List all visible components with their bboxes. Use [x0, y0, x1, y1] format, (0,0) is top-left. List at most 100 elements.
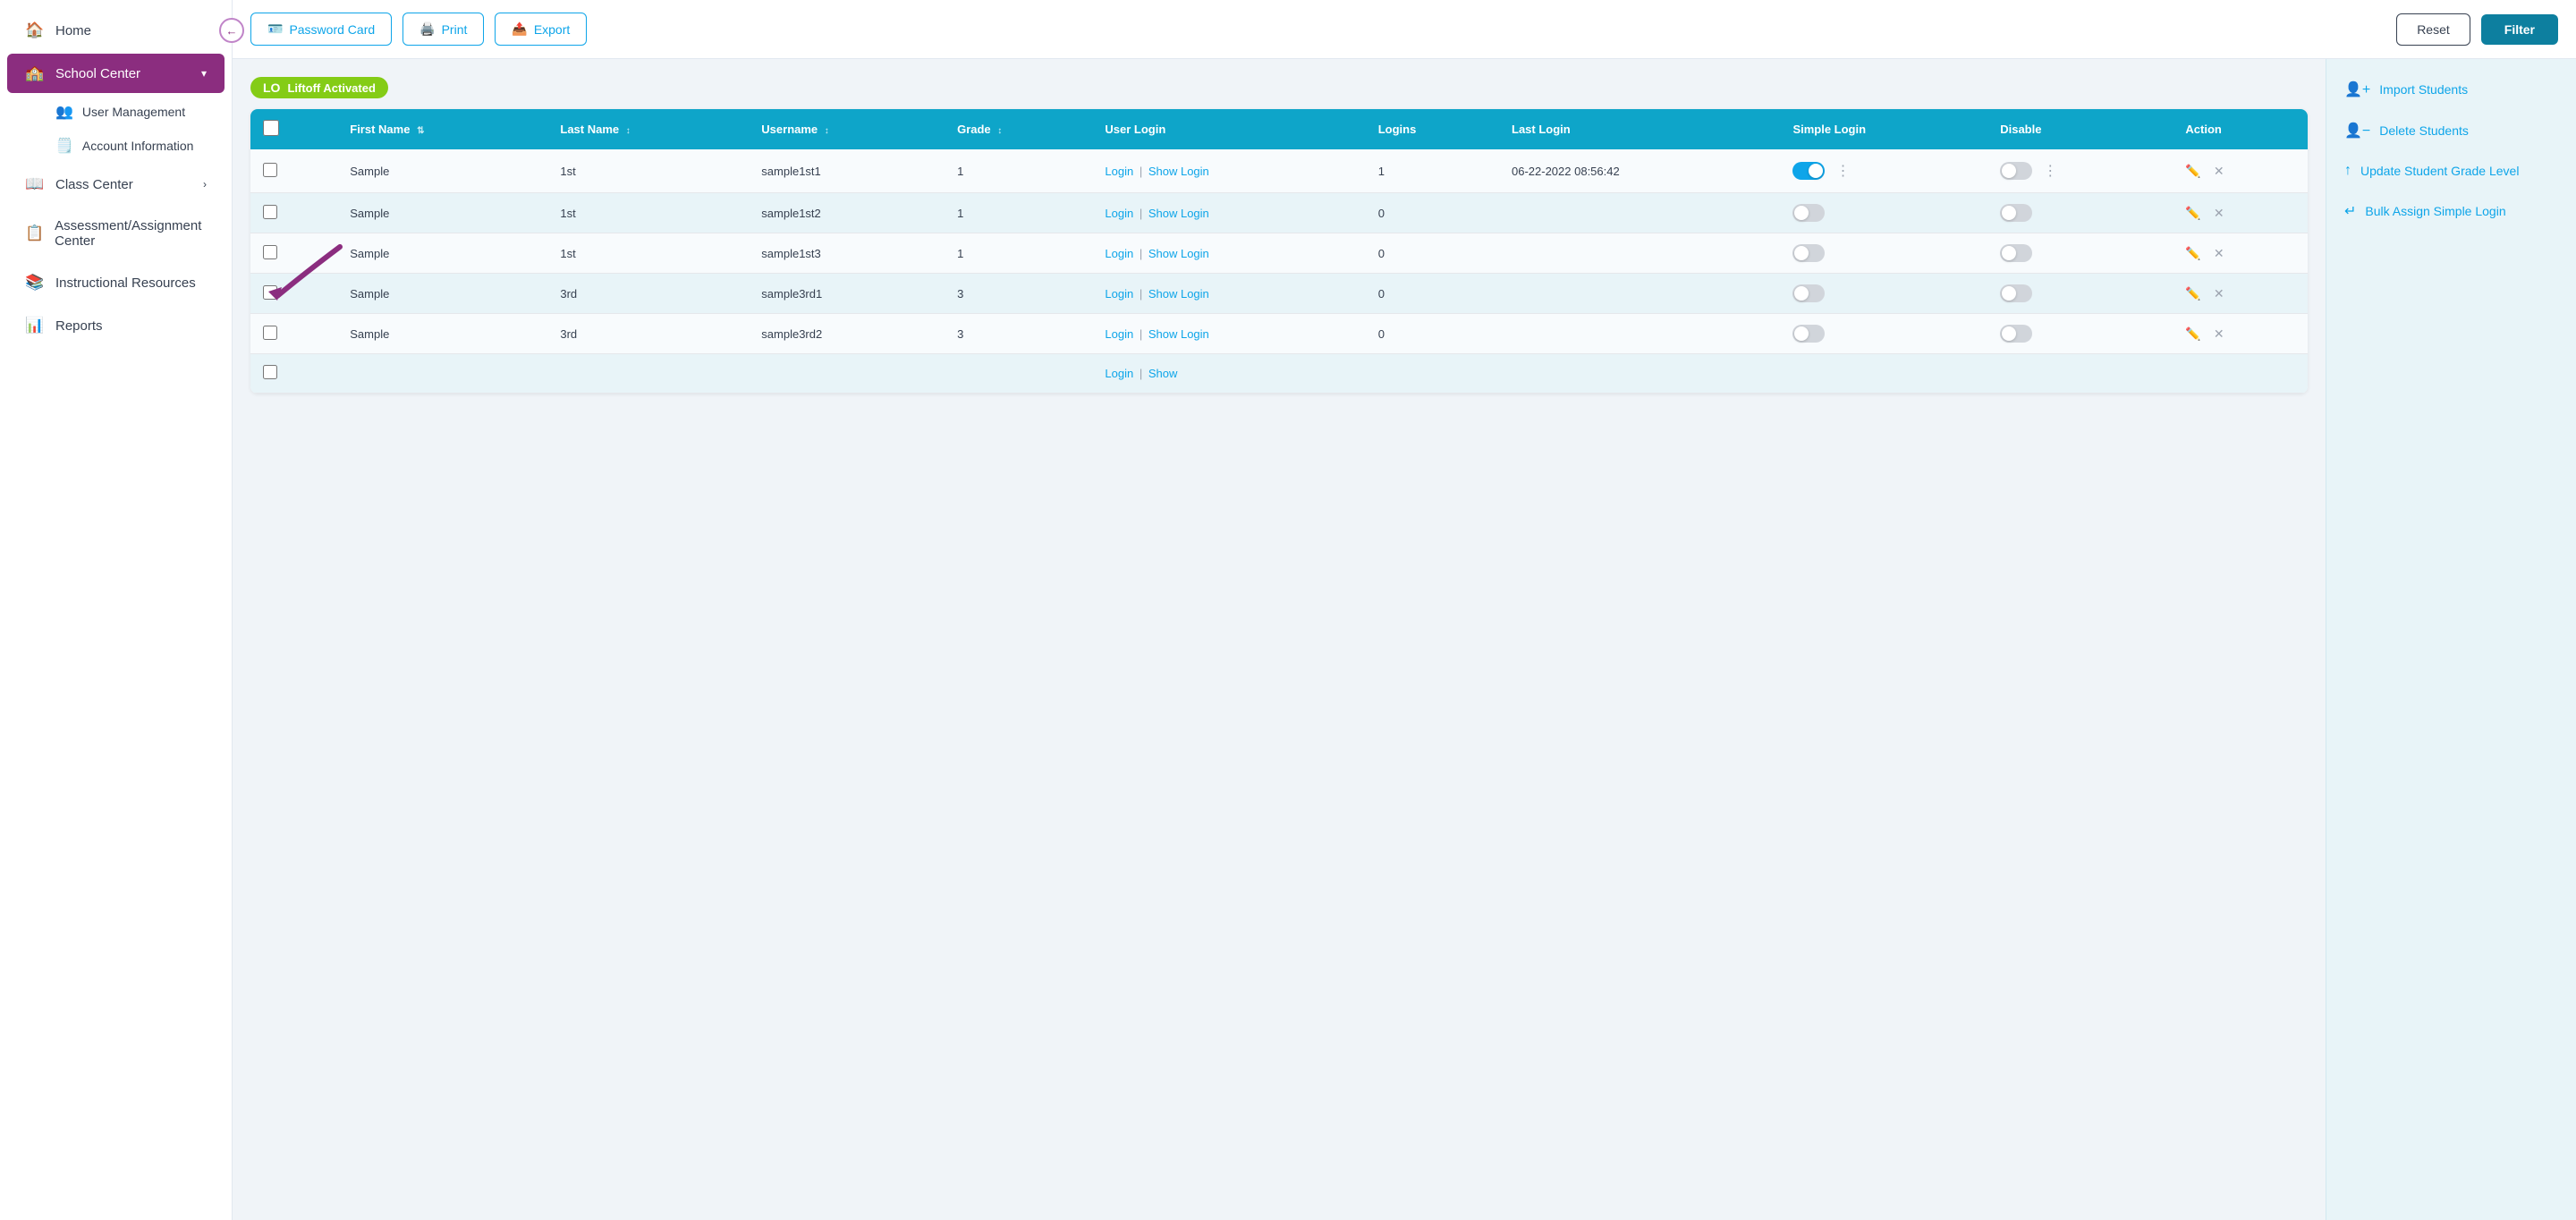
edit-button[interactable]: ✏️ [2185, 286, 2200, 301]
cell-simple-login[interactable] [1780, 233, 1987, 274]
row-checkbox-cell[interactable] [250, 149, 337, 193]
show-login-link[interactable]: Show Login [1148, 165, 1209, 178]
row-checkbox-cell[interactable] [250, 193, 337, 233]
cell-first-name: Sample [337, 314, 547, 354]
login-link[interactable]: Login [1105, 207, 1133, 220]
print-button[interactable]: 🖨️ Print [402, 13, 484, 46]
disable-cell[interactable] [2000, 244, 2160, 262]
sidebar-item-user-management[interactable]: 👥 User Management [18, 95, 232, 129]
delete-button[interactable]: ✕ [2214, 286, 2224, 301]
sort-grade-icon[interactable]: ↕ [997, 126, 1002, 136]
row-checkbox-cell[interactable] [250, 233, 337, 274]
show-login-link[interactable]: Show [1148, 367, 1178, 380]
simple-login-toggle[interactable] [1792, 162, 1825, 180]
simple-login-toggle[interactable] [1792, 325, 1825, 343]
row-checkbox[interactable] [263, 245, 277, 259]
disable-toggle[interactable] [2000, 204, 2032, 222]
sidebar-item-reports[interactable]: 📊 Reports [7, 306, 225, 345]
filter-button[interactable]: Filter [2481, 14, 2558, 45]
edit-button[interactable]: ✏️ [2185, 164, 2200, 179]
update-grade-action[interactable]: ↑ Update Student Grade Level [2344, 159, 2558, 182]
home-icon: 🏠 [25, 21, 45, 39]
sidebar-item-home[interactable]: 🏠 Home [7, 11, 225, 50]
bulk-assign-action[interactable]: ↵ Bulk Assign Simple Login [2344, 199, 2558, 224]
delete-button[interactable]: ✕ [2214, 164, 2224, 179]
cell-simple-login[interactable] [1780, 314, 1987, 354]
cell-last-login [1499, 274, 1780, 314]
disable-toggle[interactable] [2000, 244, 2032, 262]
show-login-link[interactable]: Show Login [1148, 247, 1209, 260]
disable-cell[interactable] [2000, 325, 2160, 343]
password-card-button[interactable]: 🪪 Password Card [250, 13, 392, 46]
row-checkbox[interactable] [263, 326, 277, 340]
delete-students-action[interactable]: 👤− Delete Students [2344, 118, 2558, 143]
cell-disable[interactable]: ⋮ [1987, 149, 2173, 193]
edit-button[interactable]: ✏️ [2185, 206, 2200, 221]
export-button[interactable]: 📤 Export [495, 13, 587, 46]
simple-login-toggle[interactable] [1792, 244, 1825, 262]
cell-simple-login[interactable] [1780, 193, 1987, 233]
disable-cell[interactable]: ⋮ [2000, 160, 2160, 182]
simple-login-dots[interactable]: ⋮ [1830, 160, 1855, 182]
edit-button[interactable]: ✏️ [2185, 246, 2200, 261]
login-link[interactable]: Login [1105, 287, 1133, 301]
cell-disable[interactable] [1987, 233, 2173, 274]
sidebar-item-assessment[interactable]: 📋 Assessment/Assignment Center [7, 208, 225, 259]
row-checkbox-cell[interactable] [250, 314, 337, 354]
show-login-link[interactable]: Show Login [1148, 287, 1209, 301]
sort-username-icon[interactable]: ↕ [825, 126, 829, 136]
simple-login-toggle[interactable] [1792, 284, 1825, 302]
simple-login-toggle[interactable] [1792, 204, 1825, 222]
simple-login-cell[interactable] [1792, 284, 1975, 302]
row-checkbox[interactable] [263, 285, 277, 300]
reset-button[interactable]: Reset [2396, 13, 2470, 46]
cell-simple-login[interactable]: ⋮ [1780, 149, 1987, 193]
cell-last-login: 06-22-2022 08:56:42 [1499, 149, 1780, 193]
row-checkbox[interactable] [263, 163, 277, 177]
disable-toggle[interactable] [2000, 325, 2032, 343]
cell-disable[interactable] [1987, 193, 2173, 233]
login-link[interactable]: Login [1105, 247, 1133, 260]
disable-cell[interactable] [2000, 204, 2160, 222]
row-checkbox-cell[interactable] [250, 354, 337, 394]
login-link[interactable]: Login [1105, 165, 1133, 178]
table-row: Sample 1st sample1st3 1 Login | Show Log… [250, 233, 2308, 274]
sidebar-item-instructional[interactable]: 📚 Instructional Resources [7, 263, 225, 302]
back-button[interactable]: ← [219, 18, 244, 43]
show-login-link[interactable]: Show Login [1148, 207, 1209, 220]
edit-button[interactable]: ✏️ [2185, 326, 2200, 342]
delete-button[interactable]: ✕ [2214, 246, 2224, 261]
cell-user-login: Login | Show Login [1092, 274, 1365, 314]
row-checkbox[interactable] [263, 205, 277, 219]
simple-login-cell[interactable] [1792, 325, 1975, 343]
delete-button[interactable]: ✕ [2214, 326, 2224, 342]
sidebar-item-school-center[interactable]: 🏫 School Center ▾ [7, 54, 225, 93]
row-checkbox[interactable] [263, 365, 277, 379]
simple-login-cell[interactable] [1792, 204, 1975, 222]
disable-toggle[interactable] [2000, 162, 2032, 180]
login-link[interactable]: Login [1105, 367, 1133, 380]
sidebar-item-class-center[interactable]: 📖 Class Center › [7, 165, 225, 204]
sidebar-item-account-information[interactable]: 🗒️ Account Information [18, 129, 232, 163]
table-area: LO Liftoff Activated First Name ⇅ Last N… [233, 59, 2326, 1220]
cell-disable[interactable] [1987, 274, 2173, 314]
cell-disable[interactable] [1987, 354, 2173, 394]
import-students-action[interactable]: 👤+ Import Students [2344, 77, 2558, 102]
cell-disable[interactable] [1987, 314, 2173, 354]
simple-login-cell[interactable] [1792, 244, 1975, 262]
show-login-link[interactable]: Show Login [1148, 327, 1209, 341]
disable-cell[interactable] [2000, 284, 2160, 302]
sort-first-name-icon[interactable]: ⇅ [417, 126, 424, 136]
row-checkbox-cell[interactable] [250, 274, 337, 314]
simple-login-cell[interactable]: ⋮ [1792, 160, 1975, 182]
login-link[interactable]: Login [1105, 327, 1133, 341]
select-all-checkbox[interactable] [263, 120, 279, 136]
sort-last-name-icon[interactable]: ↕ [626, 126, 631, 136]
cell-simple-login[interactable] [1780, 274, 1987, 314]
select-all-header[interactable] [250, 109, 337, 149]
col-logins: Logins [1366, 109, 1499, 149]
disable-toggle[interactable] [2000, 284, 2032, 302]
delete-button[interactable]: ✕ [2214, 206, 2224, 221]
disable-dots[interactable]: ⋮ [2038, 160, 2063, 182]
cell-simple-login[interactable] [1780, 354, 1987, 394]
